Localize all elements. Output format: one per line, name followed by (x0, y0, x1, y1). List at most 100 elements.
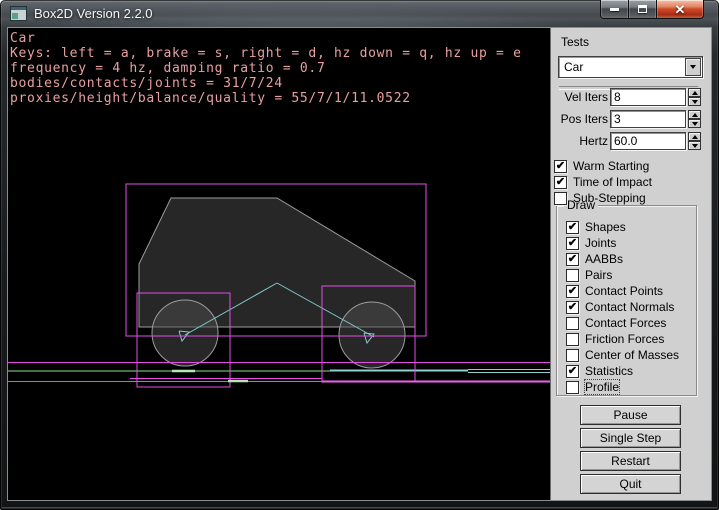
profile-row: Profile (566, 380, 619, 394)
vel-iters-label: Vel Iters (551, 88, 608, 106)
pos-iters-row: Pos Iters3 (551, 110, 703, 128)
contact-forces-label: Contact Forces (585, 316, 666, 330)
window-controls: ✕ (601, 0, 704, 19)
friction-forces-row: Friction Forces (566, 332, 664, 346)
time-of-impact-checkbox[interactable]: ✔ (554, 176, 567, 189)
spinner-up-icon (692, 113, 698, 117)
shapes-row: ✔ Shapes (566, 220, 626, 234)
center-of-masses-checkbox[interactable] (566, 349, 579, 362)
contact-normals-label: Contact Normals (585, 300, 674, 314)
ground-layer (8, 370, 550, 373)
joints-row: ✔ Joints (566, 236, 616, 250)
center-of-masses-row: Center of Masses (566, 348, 679, 362)
statistics-row: ✔ Statistics (566, 364, 633, 378)
overlay-line: Keys: left = a, brake = s, right = d, hz… (10, 46, 522, 61)
pos-iters-label: Pos Iters (551, 110, 608, 128)
contact-normals-row: ✔ Contact Normals (566, 300, 674, 314)
car-rear-wheel (152, 300, 218, 366)
joints-label: Joints (585, 236, 616, 250)
overlay-text: CarKeys: left = a, brake = s, right = d,… (10, 31, 522, 106)
contact-points-checkbox[interactable]: ✔ (566, 285, 579, 298)
pairs-checkbox[interactable] (566, 269, 579, 282)
chevron-down-icon (690, 65, 696, 69)
spinner-down-icon (692, 100, 698, 104)
spinner-up-icon (692, 135, 698, 139)
sub-stepping-row: Sub-Stepping (554, 191, 646, 205)
tests-dropdown-value: Car (564, 57, 583, 77)
minimize-icon (610, 8, 619, 11)
window-title: Box2D Version 2.2.0 (34, 6, 153, 21)
tests-label: Tests (561, 35, 589, 49)
aabbs-checkbox[interactable]: ✔ (566, 253, 579, 266)
sub-stepping-checkbox[interactable] (554, 192, 567, 205)
single-step-button[interactable]: Single Step (580, 428, 681, 448)
pos-iters-input[interactable]: 3 (610, 110, 686, 128)
contact-points-label: Contact Points (585, 284, 663, 298)
vel-iters-row: Vel Iters8 (551, 88, 703, 106)
app-icon (10, 6, 27, 21)
friction-forces-checkbox[interactable] (566, 333, 579, 346)
statistics-checkbox[interactable]: ✔ (566, 365, 579, 378)
overlay-line: Car (10, 31, 522, 46)
warm-starting-row: ✔ Warm Starting (554, 159, 649, 173)
tests-dropdown[interactable]: Car (558, 56, 703, 78)
pos-iters-spinner (688, 110, 701, 128)
spinner-down-button[interactable] (688, 141, 701, 150)
pause-button[interactable]: Pause (580, 405, 681, 425)
hertz-spinner (688, 132, 701, 150)
spinner-down-icon (692, 122, 698, 126)
ground-edge-right (330, 370, 550, 373)
pairs-label: Pairs (585, 268, 612, 282)
close-button[interactable]: ✕ (656, 0, 704, 19)
minimize-button[interactable] (600, 0, 629, 19)
warm-starting-checkbox[interactable]: ✔ (554, 160, 567, 173)
joints-checkbox[interactable]: ✔ (566, 237, 579, 250)
overlay-line: frequency = 4 hz, damping ratio = 0.7 (10, 61, 522, 76)
aabbs-row: ✔ AABBs (566, 252, 623, 266)
pairs-row: Pairs (566, 268, 612, 282)
maximize-icon (638, 5, 647, 13)
time-of-impact-label: Time of Impact (573, 175, 652, 189)
maximize-button[interactable] (628, 0, 657, 19)
profile-label: Profile (585, 380, 619, 394)
shapes-label: Shapes (585, 220, 626, 234)
hertz-row: Hertz60.0 (551, 132, 703, 150)
spinner-up-button[interactable] (688, 88, 701, 97)
hertz-input[interactable]: 60.0 (610, 132, 686, 150)
statistics-label: Statistics (585, 364, 633, 378)
spinner-up-button[interactable] (688, 132, 701, 141)
spinner-down-button[interactable] (688, 119, 701, 128)
sub-stepping-label: Sub-Stepping (573, 191, 646, 205)
close-icon: ✕ (675, 1, 686, 18)
quit-button[interactable]: Quit (580, 474, 681, 494)
control-panel: Tests Car Draw Vel Iters8Pos Iters3Hertz… (550, 28, 711, 500)
vel-iters-spinner (688, 88, 701, 106)
contacts-layer (172, 371, 248, 381)
friction-forces-label: Friction Forces (585, 332, 664, 346)
contact-forces-checkbox[interactable] (566, 317, 579, 330)
restart-button[interactable]: Restart (580, 451, 681, 471)
contact-forces-row: Contact Forces (566, 316, 666, 330)
overlay-line: bodies/contacts/joints = 31/7/24 (10, 76, 522, 91)
profile-checkbox[interactable] (566, 381, 579, 394)
hertz-label: Hertz (551, 132, 608, 150)
spinner-down-icon (692, 144, 698, 148)
client-area: CarKeys: left = a, brake = s, right = d,… (7, 27, 712, 501)
contact-points-row: ✔ Contact Points (566, 284, 663, 298)
shapes-checkbox[interactable]: ✔ (566, 221, 579, 234)
aabbs-label: AABBs (585, 252, 623, 266)
warm-starting-label: Warm Starting (573, 159, 649, 173)
vel-iters-input[interactable]: 8 (610, 88, 686, 106)
spinner-down-button[interactable] (688, 97, 701, 106)
overlay-line: proxies/height/balance/quality = 55/7/1/… (10, 91, 522, 106)
time-of-impact-row: ✔ Time of Impact (554, 175, 652, 189)
tests-dropdown-button[interactable] (685, 58, 701, 76)
app-window: Box2D Version 2.2.0 ✕ (0, 0, 719, 510)
car-front-wheel (339, 302, 405, 368)
spinner-up-button[interactable] (688, 110, 701, 119)
window-bottom-edge (2, 507, 717, 508)
center-of-masses-label: Center of Masses (585, 348, 679, 362)
contact-normals-checkbox[interactable]: ✔ (566, 301, 579, 314)
spinner-up-icon (692, 91, 698, 95)
simulation-canvas[interactable]: CarKeys: left = a, brake = s, right = d,… (8, 28, 550, 500)
